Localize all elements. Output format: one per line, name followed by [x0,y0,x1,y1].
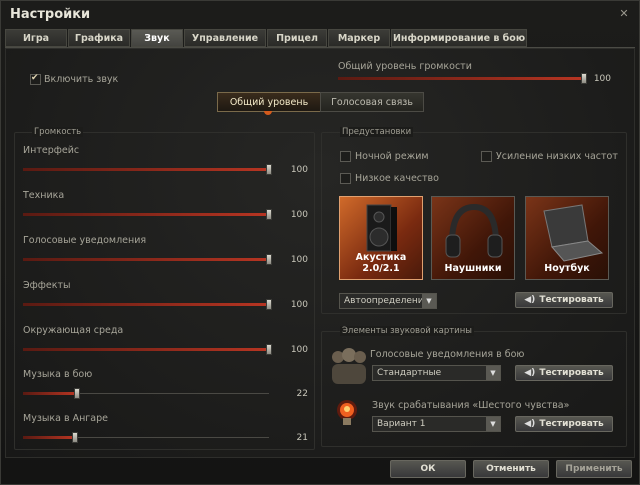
volume-slider[interactable] [23,254,272,265]
master-volume-slider[interactable] [338,73,587,84]
volume-value: 21 [296,433,308,443]
window-title: Настройки [10,7,91,22]
sound-settings-panel: Включить звук Общий уровень громкости 10… [5,48,635,458]
volume-label: Музыка в Ангаре [23,413,108,424]
presets-group-title: Предустановки [340,127,414,137]
preset-headphones-card[interactable]: Наушники [431,196,515,280]
tab-voice-chat[interactable]: Голосовая связь [320,92,424,112]
sixth-sense-dropdown[interactable]: Вариант 1 ▼ [372,416,501,432]
test-preset-label: Тестировать [539,295,604,305]
volume-label: Эффекты [23,280,71,291]
volume-label: Голосовые уведомления [23,235,147,246]
preset-headphones-label: Наушники [444,263,502,274]
headphones-icon [445,203,503,258]
cancel-button[interactable]: Отменить [473,460,549,478]
test-sixth-sense-button[interactable]: ◀) Тестировать [515,416,613,432]
test-voice-button[interactable]: ◀) Тестировать [515,365,613,381]
volume-label: Музыка в бою [23,369,93,380]
crew-icon [332,348,366,384]
output-device-dropdown[interactable]: Автоопределение ▼ [339,293,437,309]
speaker-small-icon: ◀) [524,419,536,429]
preset-laptop-label: Ноутбук [544,263,590,274]
chevron-down-icon: ▼ [486,417,500,431]
lightbulb-icon [337,400,357,425]
tab-graphics[interactable]: Графика [68,29,130,47]
volume-slider[interactable] [23,344,272,355]
master-volume-label: Общий уровень громкости [338,61,472,72]
volume-slider[interactable] [23,432,269,443]
speaker-small-icon: ◀) [524,295,536,305]
enable-sound-checkbox[interactable] [30,73,41,85]
volume-value: 100 [290,255,308,265]
night-mode-checkbox[interactable] [340,151,351,162]
volume-value: 100 [290,165,308,175]
volume-slider[interactable] [23,209,272,220]
voice-notifications-dropdown[interactable]: Стандартные ▼ [372,365,501,381]
chevron-down-icon: ▼ [486,366,500,380]
tab-sight[interactable]: Прицел [267,29,327,47]
tab-game[interactable]: Игра [5,29,67,47]
preset-speakers-label: Акустика 2.0/2.1 [355,252,407,274]
active-tab-indicator [264,111,272,115]
enable-sound-label: Включить звук [44,74,119,85]
tab-general-level[interactable]: Общий уровень [217,92,321,112]
apply-button[interactable]: Применить [556,460,632,478]
test-voice-label: Тестировать [539,368,604,378]
bass-boost-checkbox[interactable] [481,151,492,162]
volume-label: Интерфейс [23,145,80,156]
chevron-down-icon: ▼ [422,294,436,308]
preset-speakers-card[interactable]: Акустика 2.0/2.1 [339,196,423,280]
output-device-value: Автоопределение [344,296,430,306]
tab-controls[interactable]: Управление [184,29,266,47]
preset-laptop-card[interactable]: Ноутбук [525,196,609,280]
voice-notifications-value: Стандартные [377,368,442,378]
volume-slider[interactable] [23,299,272,310]
ok-button[interactable]: ОК [390,460,466,478]
volume-group-title: Громкость [32,127,84,137]
volume-value: 100 [290,345,308,355]
test-preset-button[interactable]: ◀) Тестировать [515,292,613,308]
tab-bar: Игра Графика Звук Управление Прицел Марк… [5,29,527,47]
sound-elements-title: Элементы звуковой картины [340,326,474,336]
volume-label: Техника [23,190,65,201]
voice-notifications-label: Голосовые уведомления в бою [370,349,525,360]
volume-value: 100 [290,300,308,310]
speaker-small-icon: ◀) [524,368,536,378]
master-volume-value: 100 [593,74,611,84]
volume-value: 22 [296,389,308,399]
tab-battle-info[interactable]: Информирование в бою [391,29,527,47]
bass-boost-label: Усиление низких частот [496,151,618,162]
close-icon[interactable]: ✕ [617,7,631,21]
low-quality-label: Низкое качество [355,173,439,184]
volume-group [14,132,315,450]
settings-window: Настройки ✕ Игра Графика Звук Управление… [0,0,640,485]
volume-label: Окружающая среда [23,325,124,336]
volume-slider[interactable] [23,164,272,175]
sixth-sense-label: Звук срабатывания «Шестого чувства» [372,400,570,411]
volume-value: 100 [290,210,308,220]
night-mode-label: Ночной режим [355,151,429,162]
sixth-sense-value: Вариант 1 [377,419,426,429]
tab-marker[interactable]: Маркер [328,29,390,47]
test-sixth-sense-label: Тестировать [539,419,604,429]
volume-slider[interactable] [23,388,269,399]
tab-sound[interactable]: Звук [131,29,183,47]
laptop-icon [543,204,604,262]
low-quality-checkbox[interactable] [340,173,351,184]
